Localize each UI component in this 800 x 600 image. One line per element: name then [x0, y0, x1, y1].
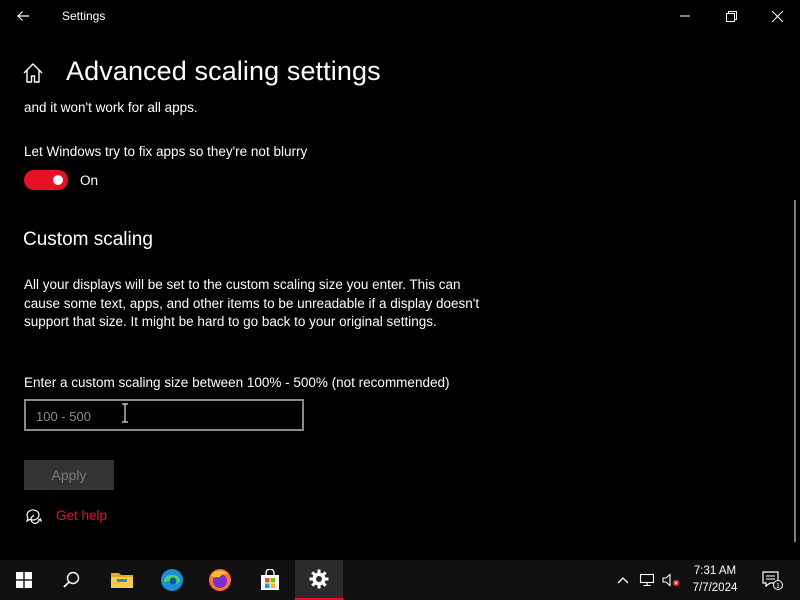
custom-scaling-input-box[interactable]: [24, 399, 304, 431]
close-button[interactable]: [754, 0, 800, 32]
file-explorer-button[interactable]: [98, 560, 146, 600]
firefox-button[interactable]: [196, 560, 244, 600]
network-button[interactable]: [636, 560, 658, 600]
back-arrow-icon: [17, 11, 29, 21]
get-help-icon: [25, 509, 42, 524]
custom-scaling-description: All your displays will be set to the cus…: [24, 277, 480, 329]
show-hidden-icons-button[interactable]: [612, 560, 634, 600]
restore-icon: [725, 10, 737, 22]
home-icon: [23, 63, 43, 83]
custom-scaling-heading: Custom scaling: [23, 229, 153, 250]
close-icon: [771, 10, 783, 22]
page-header: Advanced scaling settings: [0, 50, 800, 98]
chevron-up-icon: [617, 577, 629, 584]
title-bar: Settings: [0, 0, 800, 32]
clock-date: 7/7/2024: [692, 582, 738, 594]
start-icon: [16, 572, 32, 588]
minimize-button[interactable]: [662, 0, 708, 32]
start-button[interactable]: [0, 560, 48, 600]
get-help-link[interactable]: Get help: [56, 508, 107, 523]
network-icon: [639, 573, 655, 587]
store-button[interactable]: [246, 560, 294, 600]
notification-count: 1: [776, 583, 780, 590]
home-button[interactable]: [22, 62, 46, 86]
custom-scaling-input[interactable]: [34, 405, 238, 427]
clipped-description: and it won't work for all apps.: [24, 100, 198, 115]
notification-center-icon: 1: [762, 571, 783, 590]
apply-button[interactable]: Apply: [24, 460, 114, 490]
text-cursor-icon: [122, 403, 128, 423]
toggle-state-label: On: [80, 173, 99, 188]
search-button[interactable]: [48, 560, 96, 600]
restore-button[interactable]: [708, 0, 754, 32]
taskbar-clock[interactable]: 7:31 AM 7/7/2024: [684, 563, 746, 597]
fix-apps-label: Let Windows try to fix apps so they're n…: [24, 144, 308, 159]
volume-muted-icon: [662, 573, 680, 587]
file-explorer-icon: [111, 573, 133, 588]
custom-scaling-input-label: Enter a custom scaling size between 100%…: [24, 375, 450, 390]
scrollbar[interactable]: [794, 200, 796, 542]
page-title: Advanced scaling settings: [66, 56, 381, 86]
window-title: Settings: [62, 9, 106, 23]
volume-button[interactable]: [660, 560, 682, 600]
store-icon: [261, 569, 279, 590]
settings-taskbar-button[interactable]: [295, 560, 343, 600]
back-button[interactable]: [10, 4, 36, 28]
edge-button[interactable]: [148, 560, 196, 600]
firefox-icon: [209, 569, 231, 591]
notifications-button[interactable]: 1: [754, 560, 790, 600]
edge-icon: [161, 569, 183, 591]
settings-icon: [309, 569, 329, 589]
taskbar: 7:31 AM 7/7/2024 1: [0, 560, 800, 600]
minimize-icon: [680, 15, 690, 17]
fix-apps-toggle[interactable]: [24, 170, 68, 190]
clock-time: 7:31 AM: [693, 565, 737, 577]
toggle-knob: [53, 175, 63, 185]
search-icon: [63, 571, 80, 588]
